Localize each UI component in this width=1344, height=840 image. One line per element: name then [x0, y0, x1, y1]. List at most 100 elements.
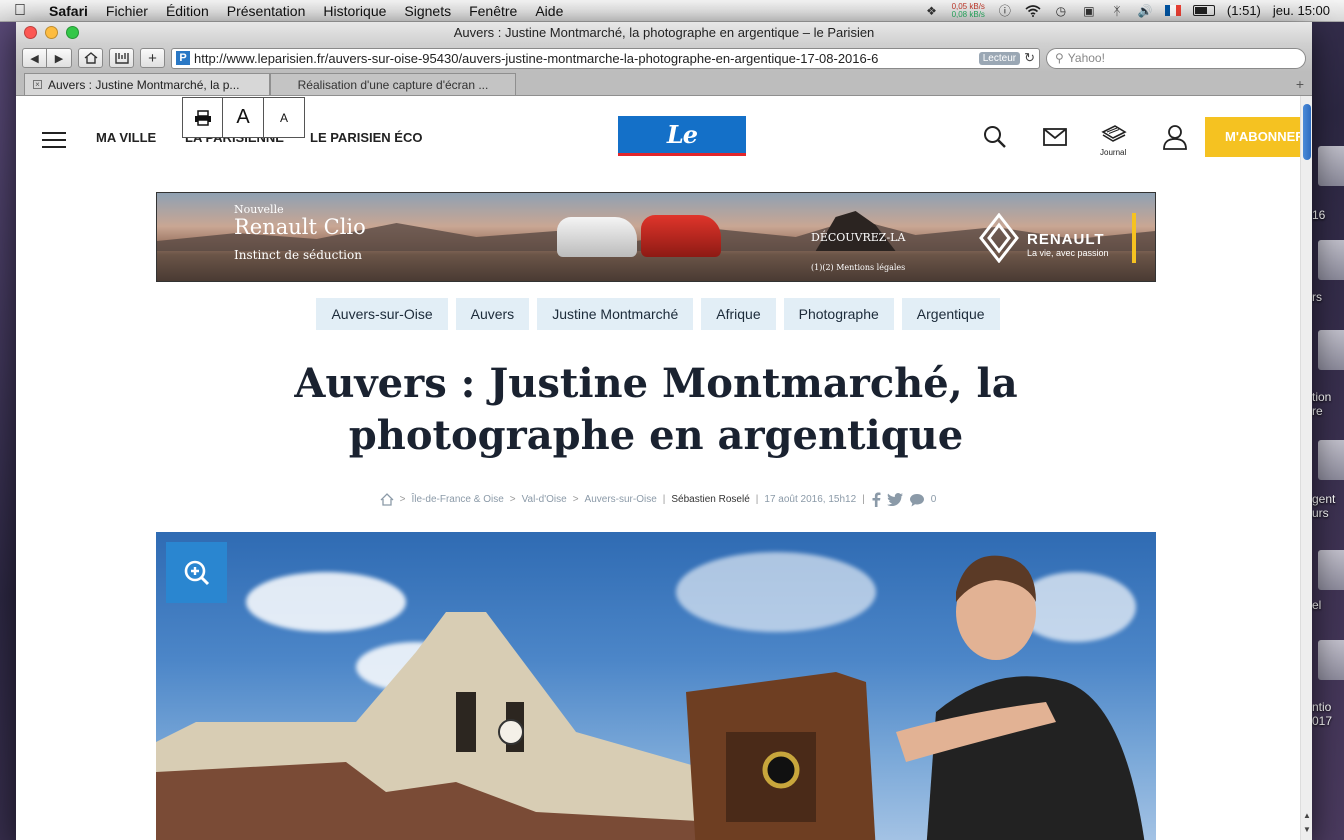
tab-article[interactable]: × Auvers : Justine Montmarché, la p...: [24, 73, 270, 95]
menu-app-safari[interactable]: Safari: [40, 3, 97, 19]
address-bar[interactable]: P http://www.leparisien.fr/auvers-sur-oi…: [171, 47, 1040, 69]
increase-font-button[interactable]: A: [223, 97, 264, 138]
article-hero-image[interactable]: [156, 532, 1156, 840]
nav-le-parisien-eco[interactable]: LE PARISIEN ÉCO: [310, 130, 422, 145]
nav-ma-ville[interactable]: MA VILLE: [96, 130, 156, 145]
home-button[interactable]: [78, 48, 103, 68]
tag-justine-montmarche[interactable]: Justine Montmarché: [537, 298, 694, 330]
volume-icon[interactable]: 🔊: [1137, 4, 1153, 18]
bookmarks-button[interactable]: [109, 48, 134, 68]
alert-icon[interactable]: ⓘ: [997, 4, 1013, 18]
search-icon[interactable]: [982, 122, 1008, 152]
breadcrumb-region[interactable]: Île-de-France & Oise: [412, 494, 504, 505]
time-machine-icon[interactable]: ◷: [1053, 4, 1069, 18]
menu-presentation[interactable]: Présentation: [218, 3, 315, 19]
close-window-button[interactable]: [24, 26, 37, 39]
bluetooth-icon[interactable]: ᛡ: [1109, 4, 1125, 18]
hamburger-menu-icon[interactable]: [42, 132, 66, 148]
ad-tagline: Instinct de séduction: [234, 248, 362, 262]
tag-photographe[interactable]: Photographe: [783, 298, 894, 330]
desktop-file-icon[interactable]: [1318, 640, 1344, 680]
desktop-file-icon[interactable]: [1318, 440, 1344, 480]
print-button[interactable]: [182, 97, 223, 138]
desktop-label: 017: [1312, 714, 1333, 728]
journal-icon[interactable]: [1101, 118, 1127, 148]
article-tools: A A: [182, 97, 305, 138]
site-logo[interactable]: Le Parisien: [618, 116, 746, 187]
reload-icon[interactable]: ↻: [1024, 50, 1035, 66]
article-date: 17 août 2016, 15h12: [764, 494, 857, 505]
comment-count[interactable]: 0: [931, 494, 937, 505]
page-scrollbar[interactable]: ▲ ▼: [1300, 96, 1312, 840]
ad-banner[interactable]: Nouvelle Renault Clio Instinct de séduct…: [156, 192, 1156, 282]
page-content: MA VILLE LA PARISIENNE LE PARISIEN ÉCO A…: [16, 96, 1300, 840]
desktop-file-icon[interactable]: [1318, 146, 1344, 186]
close-tab-icon[interactable]: ×: [33, 80, 42, 89]
ad-brand: RENAULT: [1027, 231, 1105, 248]
breadcrumb-city[interactable]: Auvers-sur-Oise: [585, 494, 657, 505]
account-icon[interactable]: [1162, 122, 1188, 152]
minimize-window-button[interactable]: [45, 26, 58, 39]
tag-argentique[interactable]: Argentique: [901, 298, 1000, 330]
desktop-file-icon[interactable]: [1318, 240, 1344, 280]
browser-window: Auvers : Justine Montmarché, la photogra…: [16, 22, 1312, 840]
ad-model: Renault Clio: [234, 215, 366, 239]
ad-cta[interactable]: DÉCOUVREZ-LA: [811, 231, 905, 244]
desktop-file-icon[interactable]: [1318, 550, 1344, 590]
scroll-up-arrow-icon[interactable]: ▲: [1303, 811, 1311, 820]
tab-capture[interactable]: Réalisation d'une capture d'écran ...: [270, 73, 516, 95]
article-headline: Auvers : Justine Montmarché, la photogra…: [294, 360, 1018, 459]
clock[interactable]: jeu. 15:00: [1273, 3, 1330, 18]
camera-illustration: [686, 672, 876, 840]
apple-menu-icon[interactable]: : [0, 2, 40, 20]
tag-auvers-sur-oise[interactable]: Auvers-sur-Oise: [316, 298, 448, 330]
print-icon: [194, 109, 211, 126]
zoom-image-button[interactable]: [166, 542, 227, 603]
renault-logo-icon: [979, 213, 1019, 263]
battery-icon[interactable]: [1192, 5, 1215, 16]
home-icon[interactable]: [380, 493, 394, 506]
tag-auvers[interactable]: Auvers: [455, 298, 530, 330]
french-flag-icon[interactable]: [1164, 5, 1181, 16]
scroll-down-arrow-icon[interactable]: ▼: [1303, 825, 1311, 834]
tab-label: Auvers : Justine Montmarché, la p...: [48, 77, 240, 92]
menu-historique[interactable]: Historique: [314, 3, 395, 19]
ad-accent-bar: [1132, 213, 1136, 263]
tab-bar: × Auvers : Justine Montmarché, la p... R…: [16, 72, 1312, 96]
menu-signets[interactable]: Signets: [395, 3, 460, 19]
menu-fichier[interactable]: Fichier: [97, 3, 157, 19]
photographer-illustration: [896, 555, 1145, 840]
breadcrumb-department[interactable]: Val-d'Oise: [522, 494, 567, 505]
scrollbar-thumb[interactable]: [1303, 104, 1311, 160]
twitter-icon[interactable]: [886, 493, 903, 506]
forward-button[interactable]: ▶: [47, 48, 72, 68]
ad-legal-link[interactable]: (1)(2) Mentions légales: [811, 263, 905, 272]
facebook-icon[interactable]: [871, 492, 881, 507]
zoom-in-icon: [184, 560, 209, 585]
article-byline: > Île-de-France & Oise > Val-d'Oise > Au…: [16, 492, 1300, 507]
ad-car-white: [557, 217, 637, 257]
menu-bar:  Safari Fichier Édition Présentation Hi…: [0, 0, 1344, 22]
subscribe-button[interactable]: M'ABONNER: [1205, 117, 1300, 157]
add-bookmark-button[interactable]: +: [140, 48, 165, 68]
search-placeholder: Yahoo!: [1067, 51, 1105, 65]
decrease-font-button[interactable]: A: [264, 97, 305, 138]
menu-edition[interactable]: Édition: [157, 3, 218, 19]
reader-button[interactable]: Lecteur: [978, 51, 1021, 65]
mail-icon[interactable]: [1042, 122, 1068, 152]
wifi-icon[interactable]: [1025, 4, 1041, 18]
dropbox-icon[interactable]: ❖: [924, 4, 940, 18]
zoom-window-button[interactable]: [66, 26, 79, 39]
window-titlebar: Auvers : Justine Montmarché, la photogra…: [16, 22, 1312, 44]
new-tab-icon[interactable]: +: [1296, 76, 1304, 92]
desktop-label: gent: [1312, 492, 1336, 506]
display-icon[interactable]: ▣: [1081, 4, 1097, 18]
menu-aide[interactable]: Aide: [526, 3, 572, 19]
comments-icon[interactable]: [909, 493, 925, 507]
search-field[interactable]: ⚲ Yahoo!: [1046, 47, 1306, 69]
desktop-file-icon[interactable]: [1318, 330, 1344, 370]
back-button[interactable]: ◀: [22, 48, 47, 68]
url-text[interactable]: http://www.leparisien.fr/auvers-sur-oise…: [194, 51, 975, 66]
tag-afrique[interactable]: Afrique: [701, 298, 776, 330]
menu-fenetre[interactable]: Fenêtre: [460, 3, 526, 19]
